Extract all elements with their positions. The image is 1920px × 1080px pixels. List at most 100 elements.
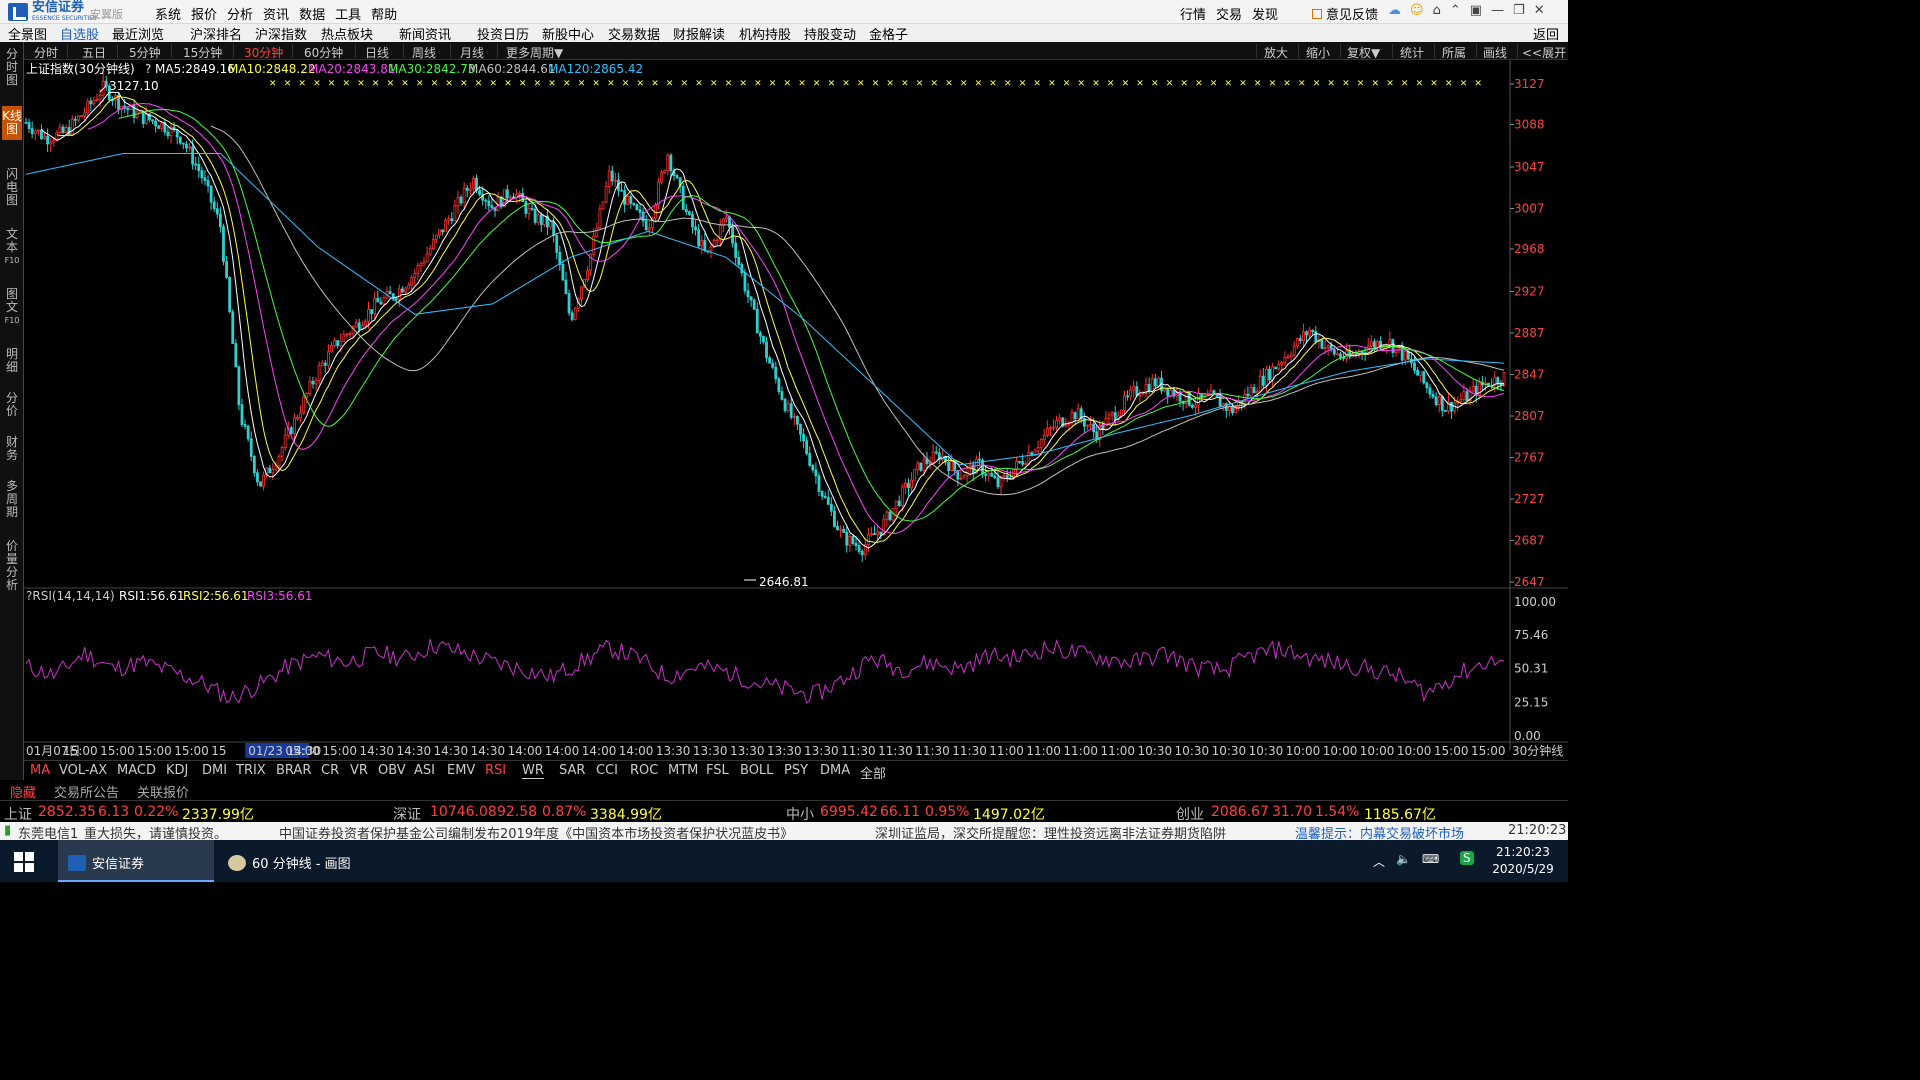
- sidebar-kline[interactable]: K线图: [2, 106, 22, 140]
- nav-financials[interactable]: 财报解读: [673, 24, 725, 43]
- nav-watchlist[interactable]: 自选股: [60, 24, 99, 43]
- period-timeshare[interactable]: 分时: [34, 44, 58, 61]
- back-button[interactable]: 返回: [1533, 24, 1559, 43]
- tab-mtm[interactable]: MTM: [668, 763, 698, 778]
- tab-asi[interactable]: ASI: [414, 763, 435, 778]
- index-sz-name[interactable]: 深证: [393, 804, 421, 824]
- nav-institutional[interactable]: 机构持股: [739, 24, 791, 43]
- index-smb-name[interactable]: 中小: [786, 804, 814, 824]
- related-quote-tab[interactable]: 关联报价: [137, 782, 189, 801]
- nav-trade-data[interactable]: 交易数据: [608, 24, 660, 43]
- tab-trix[interactable]: TRIX: [236, 763, 266, 778]
- nav-ranking[interactable]: 沪深排名: [190, 24, 242, 43]
- sidebar-graphic-f10[interactable]: 图文 F10: [2, 288, 22, 327]
- tab-rsi[interactable]: RSI: [485, 763, 506, 778]
- zoom-in-button[interactable]: 放大: [1264, 44, 1288, 61]
- nav-panorama[interactable]: 全景图: [8, 24, 47, 43]
- menu-system[interactable]: 系统: [155, 4, 181, 23]
- adjust-dropdown[interactable]: 复权▼: [1347, 44, 1380, 61]
- period-30min[interactable]: 30分钟: [244, 44, 283, 61]
- statistics-button[interactable]: 统计: [1400, 44, 1424, 61]
- nav-calendar[interactable]: 投资日历: [477, 24, 529, 43]
- sidebar-finance[interactable]: 财务: [2, 436, 22, 462]
- home-icon[interactable]: ⌂: [1433, 3, 1441, 18]
- period-weekly[interactable]: 周线: [412, 44, 436, 61]
- sidebar-multi-period[interactable]: 多周期: [2, 480, 22, 519]
- sidebar-price-volume[interactable]: 价量分析: [2, 540, 22, 592]
- tab-cr[interactable]: CR: [321, 763, 339, 778]
- menu-trade[interactable]: 交易: [1216, 4, 1242, 23]
- index-sh-name[interactable]: 上证: [4, 804, 32, 824]
- minimize-icon[interactable]: —: [1491, 3, 1504, 18]
- tab-emv[interactable]: EMV: [447, 763, 475, 778]
- nav-jingezi[interactable]: 金格子: [869, 24, 908, 43]
- tab-wr[interactable]: WR: [522, 763, 544, 779]
- menu-news[interactable]: 资讯: [263, 4, 289, 23]
- menu-market[interactable]: 行情: [1180, 4, 1206, 23]
- menu-discover[interactable]: 发现: [1252, 4, 1278, 23]
- nav-holding-change[interactable]: 持股变动: [804, 24, 856, 43]
- sidebar-price-split[interactable]: 分价: [2, 392, 22, 418]
- help-icon[interactable]: ?: [145, 62, 151, 76]
- taskbar-app-essence[interactable]: 安信证券: [58, 840, 214, 882]
- taskbar-app-paint[interactable]: 60 分钟线 - 画图: [218, 840, 376, 882]
- sidebar-text-f10[interactable]: 文本 F10: [2, 228, 22, 267]
- belongs-button[interactable]: 所属: [1442, 44, 1466, 61]
- keyboard-icon[interactable]: ⌨: [1422, 852, 1439, 866]
- restore-small-icon[interactable]: ▣: [1470, 3, 1482, 18]
- index-chinext-name[interactable]: 创业: [1176, 804, 1204, 824]
- nav-recent[interactable]: 最近浏览: [112, 24, 164, 43]
- tab-sar[interactable]: SAR: [559, 763, 585, 778]
- tab-vr[interactable]: VR: [350, 763, 368, 778]
- sidebar-detail[interactable]: 明细: [2, 348, 22, 374]
- feedback-button[interactable]: 意见反馈: [1312, 4, 1378, 23]
- smile-icon[interactable]: ☺: [1410, 3, 1424, 18]
- period-daily[interactable]: 日线: [365, 44, 389, 61]
- exchange-notice-tab[interactable]: 交易所公告: [54, 782, 119, 801]
- tab-macd[interactable]: MACD: [117, 763, 156, 778]
- tab-cci[interactable]: CCI: [596, 763, 618, 778]
- tab-dmi[interactable]: DMI: [202, 763, 227, 778]
- nav-indices[interactable]: 沪深指数: [255, 24, 307, 43]
- nav-hot-sectors[interactable]: 热点板块: [321, 24, 373, 43]
- sidebar-timeshare[interactable]: 分时图: [2, 48, 22, 87]
- menu-tools[interactable]: 工具: [335, 4, 361, 23]
- hide-button[interactable]: 隐藏: [10, 782, 36, 801]
- tab-brar[interactable]: BRAR: [276, 763, 311, 778]
- tab-roc[interactable]: ROC: [630, 763, 658, 778]
- period-more-dropdown[interactable]: 更多周期▼: [506, 44, 563, 61]
- period-monthly[interactable]: 月线: [460, 44, 484, 61]
- tab-boll[interactable]: BOLL: [740, 763, 773, 778]
- nav-news[interactable]: 新闻资讯: [399, 24, 451, 43]
- tab-kdj[interactable]: KDJ: [166, 763, 188, 778]
- period-5min[interactable]: 5分钟: [129, 44, 161, 61]
- menu-help[interactable]: 帮助: [371, 4, 397, 23]
- expand-button[interactable]: <<展开: [1522, 44, 1566, 61]
- period-5day[interactable]: 五日: [82, 44, 106, 61]
- sidebar-lightning[interactable]: 闪电图: [2, 168, 22, 207]
- menu-quote[interactable]: 报价: [191, 4, 217, 23]
- maximize-icon[interactable]: ❐: [1513, 3, 1525, 18]
- zoom-out-button[interactable]: 缩小: [1306, 44, 1330, 61]
- tab-ma[interactable]: MA: [30, 763, 50, 778]
- tab-vol-ax[interactable]: VOL-AX: [59, 763, 107, 778]
- tab-dma[interactable]: DMA: [820, 763, 850, 778]
- windows-start-icon[interactable]: [14, 852, 34, 872]
- collapse-icon[interactable]: ⌃: [1450, 3, 1461, 18]
- system-clock[interactable]: 21:20:23 2020/5/29: [1490, 844, 1556, 878]
- tab-obv[interactable]: OBV: [378, 763, 406, 778]
- draw-line-button[interactable]: 画线: [1483, 44, 1507, 61]
- tab-psy[interactable]: PSY: [784, 763, 808, 778]
- close-icon[interactable]: ✕: [1534, 3, 1545, 18]
- menu-analysis[interactable]: 分析: [227, 4, 253, 23]
- tab-fsl[interactable]: FSL: [706, 763, 729, 778]
- chart-area[interactable]: ✕ ✕ ✕ ✕ ✕ ✕ ✕ ✕ ✕ ✕ ✕ ✕ ✕ ✕ ✕ ✕ ✕ ✕ ✕ ✕ ✕ ✕ ✕ ✕ ✕ ✕ ✕ ✕ ✕ ✕ ✕ ✕ ✕ ✕ ✕ ✕ ✕ ✕ ✕ ✕…: [24, 60, 1568, 760]
- menu-data[interactable]: 数据: [299, 4, 325, 23]
- cloud-icon[interactable]: ☁: [1388, 3, 1401, 18]
- wechat-icon[interactable]: S: [1460, 851, 1474, 865]
- tray-expand-icon[interactable]: ︿: [1373, 853, 1385, 870]
- period-60min[interactable]: 60分钟: [304, 44, 343, 61]
- period-15min[interactable]: 15分钟: [183, 44, 222, 61]
- volume-icon[interactable]: 🔈: [1396, 852, 1411, 866]
- nav-ipo-center[interactable]: 新股中心: [542, 24, 594, 43]
